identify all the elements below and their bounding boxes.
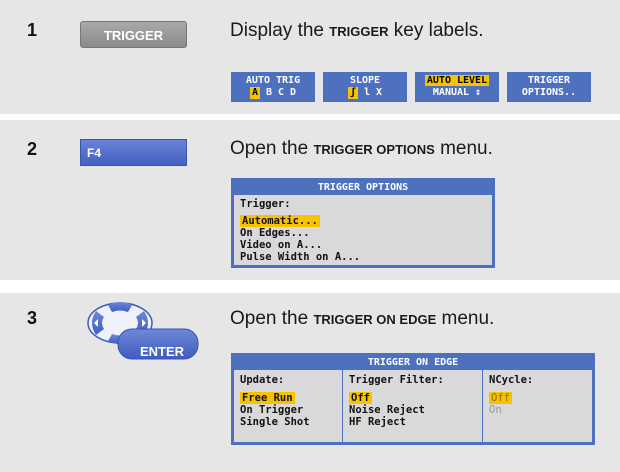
column-heading: NCycle: [489, 374, 534, 386]
softkey-trigger-options[interactable]: TRIGGER OPTIONS.. [507, 72, 591, 102]
menu-item-automatic[interactable]: Automatic... [240, 215, 486, 227]
menu-column-trigger-filter: Trigger Filter: Off Noise Reject HF Reje… [342, 370, 482, 442]
option-filter-off[interactable]: Off [349, 392, 476, 404]
step-1: 1 TRIGGER Display the TRIGGER key labels… [0, 0, 620, 114]
menu-title: TRIGGER OPTIONS [317, 182, 409, 193]
trigger-key[interactable]: TRIGGER [80, 21, 187, 48]
step-2: 2 F4 Open the TRIGGER OPTIONS menu. TRIG… [0, 120, 620, 280]
enter-key[interactable]: ENTER [140, 344, 184, 359]
option-free-run[interactable]: Free Run [240, 392, 336, 404]
step-description: Display the TRIGGER key labels. [230, 20, 484, 41]
menu-item-on-edges[interactable]: On Edges... [240, 227, 486, 239]
menu-title: TRIGGER ON EDGE [367, 357, 459, 368]
softkey-bar: AUTO TRIG ABCD SLOPE ʃlX AUTO LEVEL MANU… [231, 72, 591, 102]
trigger-on-edge-menu: TRIGGER ON EDGE Update: Free Run On Trig… [231, 353, 595, 445]
option-noise-reject[interactable]: Noise Reject [349, 404, 476, 416]
softkey-auto-level[interactable]: AUTO LEVEL MANUAL ↕ [415, 72, 499, 102]
option-hf-reject[interactable]: HF Reject [349, 416, 476, 428]
menu-column-ncycle: NCycle: Off On [482, 370, 592, 442]
step-description: Open the TRIGGER ON EDGE menu. [230, 308, 495, 329]
step-number: 2 [27, 139, 38, 159]
step-3: 3 ENTER Open the TRIGGER ON EDGE menu. T… [0, 293, 620, 472]
f4-key[interactable]: F4 [80, 139, 187, 166]
menu-item-pulse-width[interactable]: Pulse Width on A... [240, 251, 486, 263]
softkey-auto-trig[interactable]: AUTO TRIG ABCD [231, 72, 315, 102]
column-heading: Update: [240, 374, 285, 386]
option-single-shot[interactable]: Single Shot [240, 416, 336, 428]
step-description: Open the TRIGGER OPTIONS menu. [230, 138, 493, 159]
menu-item-video[interactable]: Video on A... [240, 239, 486, 251]
option-ncycle-on: On [489, 404, 502, 416]
step-number: 3 [27, 308, 38, 328]
menu-heading: Trigger: [240, 198, 291, 210]
step-number: 1 [27, 20, 38, 40]
softkey-slope[interactable]: SLOPE ʃlX [323, 72, 407, 102]
column-heading: Trigger Filter: [349, 374, 444, 386]
option-on-trigger[interactable]: On Trigger [240, 404, 336, 416]
trigger-options-menu: TRIGGER OPTIONS Trigger: Automatic... On… [231, 178, 495, 268]
option-ncycle-off: Off [489, 392, 512, 404]
menu-column-update: Update: Free Run On Trigger Single Shot [234, 370, 342, 442]
